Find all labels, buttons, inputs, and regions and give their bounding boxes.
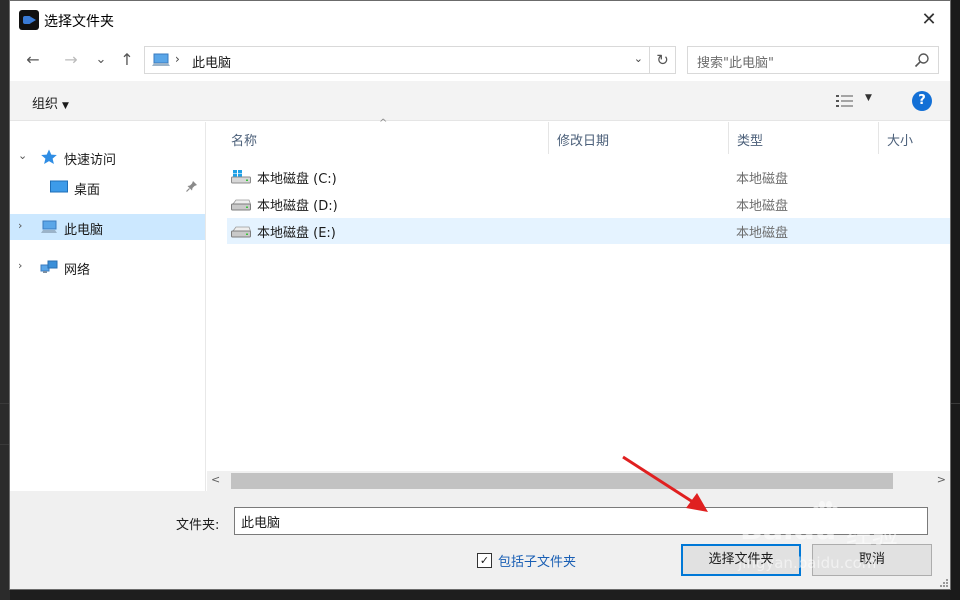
- scrollbar-thumb[interactable]: [231, 473, 893, 489]
- star-icon: [41, 149, 57, 164]
- app-camera-icon: [19, 10, 39, 30]
- command-bar: 组织 ▼ ▼ ?: [10, 81, 950, 121]
- address-bar[interactable]: › 此电脑 ⌄: [144, 46, 650, 74]
- pin-icon: [186, 181, 197, 192]
- watermark-brand: Baidu: [740, 512, 837, 547]
- breadcrumb-this-pc[interactable]: 此电脑: [192, 52, 231, 71]
- background-divider: [0, 444, 9, 445]
- background-divider: [951, 403, 960, 404]
- up-button[interactable]: ↑: [116, 49, 138, 71]
- column-header-type[interactable]: 类型: [729, 122, 879, 154]
- refresh-button[interactable]: ↻: [650, 46, 676, 74]
- file-list: ^ 名称 修改日期 类型 大小 本地磁盘 (C:) 本地磁盘 本地磁盘 (D:)…: [207, 118, 950, 471]
- desktop-icon: [50, 180, 68, 193]
- close-button[interactable]: ✕: [910, 3, 948, 37]
- chevron-right-icon[interactable]: ›: [18, 219, 22, 232]
- drive-icon: [231, 226, 251, 238]
- file-name: 本地磁盘 (E:): [257, 226, 336, 241]
- scroll-left-button[interactable]: <: [211, 473, 220, 486]
- background-window-edge-right: [950, 0, 960, 600]
- details-view-icon[interactable]: [836, 94, 854, 108]
- dialog-title: 选择文件夹: [44, 14, 114, 30]
- file-name: 本地磁盘 (C:): [257, 172, 337, 187]
- sidebar-item-label: 桌面: [74, 183, 101, 198]
- watermark-url: jingyan.baidu.com: [738, 554, 877, 572]
- help-button[interactable]: ?: [912, 91, 932, 111]
- column-header-label: 名称: [231, 134, 258, 149]
- column-header-label: 类型: [737, 134, 764, 149]
- background-divider: [0, 403, 9, 404]
- include-subfolders-label[interactable]: 包括子文件夹: [498, 551, 576, 570]
- sidebar-item-label: 快速访问: [64, 153, 117, 168]
- view-options-dropdown[interactable]: ▼: [865, 93, 872, 103]
- back-button[interactable]: ←: [22, 49, 44, 71]
- sidebar-item-label: 此电脑: [64, 223, 104, 238]
- organize-label: 组织: [32, 97, 59, 112]
- search-icon[interactable]: [914, 52, 930, 68]
- column-header-name[interactable]: ^ 名称: [207, 118, 549, 154]
- search-placeholder: 搜索"此电脑": [697, 56, 774, 71]
- sidebar-item-quick-access[interactable]: ⌄ 快速访问: [10, 144, 205, 170]
- address-dropdown-button[interactable]: ⌄: [634, 52, 643, 65]
- column-header-size[interactable]: 大小: [879, 122, 950, 154]
- computer-icon: [152, 53, 170, 66]
- sidebar-item-network[interactable]: › 网络: [10, 254, 205, 280]
- sort-ascending-icon: ^: [379, 118, 388, 129]
- watermark-brand-cn: 经验: [846, 520, 899, 550]
- file-type: 本地磁盘: [736, 226, 789, 241]
- title-bar: 选择文件夹 ✕: [10, 1, 950, 39]
- windows-drive-icon: [231, 170, 251, 184]
- column-header-label: 大小: [887, 134, 914, 149]
- folder-field-label: 文件夹:: [176, 518, 220, 533]
- forward-button[interactable]: →: [60, 49, 82, 71]
- computer-icon: [41, 220, 57, 233]
- file-type: 本地磁盘: [736, 172, 789, 187]
- file-name: 本地磁盘 (D:): [257, 199, 338, 214]
- table-row[interactable]: 本地磁盘 (E:) 本地磁盘: [227, 218, 950, 244]
- navigation-pane: ⌄ 快速访问 桌面 › 此电脑 › 网络: [10, 122, 206, 491]
- chevron-down-icon: ▼: [62, 101, 69, 111]
- scroll-right-button[interactable]: >: [937, 473, 946, 486]
- chevron-down-icon[interactable]: ⌄: [18, 149, 27, 162]
- baidu-watermark: Baidu 经验 jingyan.baidu.com: [736, 496, 932, 580]
- resize-grip-icon[interactable]: [938, 577, 948, 587]
- sidebar-item-this-pc[interactable]: › 此电脑: [10, 214, 205, 240]
- recent-locations-button[interactable]: ⌄: [90, 49, 112, 71]
- network-icon: [40, 260, 58, 273]
- organize-menu[interactable]: 组织 ▼: [32, 93, 69, 112]
- horizontal-scrollbar[interactable]: < >: [207, 471, 950, 491]
- column-header-modified[interactable]: 修改日期: [549, 122, 729, 154]
- navigation-bar: ← → ⌄ ↑ › 此电脑 ⌄ ↻ 搜索"此电脑": [10, 39, 950, 81]
- table-row[interactable]: 本地磁盘 (C:) 本地磁盘: [227, 164, 950, 190]
- include-subfolders-checkbox[interactable]: ✓: [477, 553, 492, 568]
- sidebar-item-label: 网络: [64, 263, 91, 278]
- breadcrumb-separator[interactable]: ›: [175, 52, 180, 66]
- search-box[interactable]: 搜索"此电脑": [687, 46, 939, 74]
- table-row[interactable]: 本地磁盘 (D:) 本地磁盘: [227, 191, 950, 217]
- drive-icon: [231, 199, 251, 211]
- sidebar-item-desktop[interactable]: 桌面: [10, 174, 205, 200]
- file-type: 本地磁盘: [736, 199, 789, 214]
- chevron-right-icon[interactable]: ›: [18, 259, 22, 272]
- column-header-label: 修改日期: [557, 134, 610, 149]
